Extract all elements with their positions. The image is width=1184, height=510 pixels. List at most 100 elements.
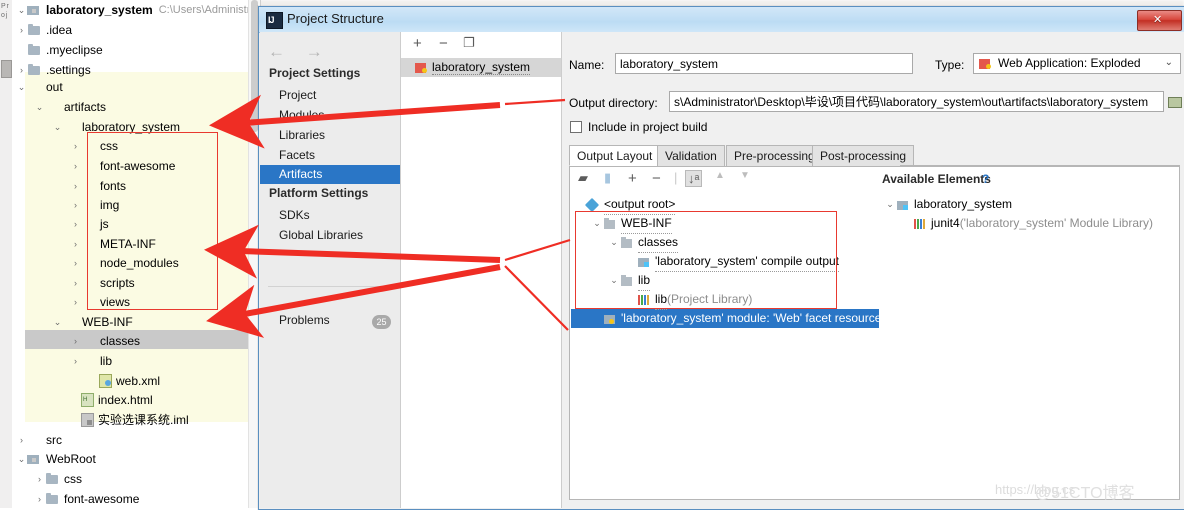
sidebar-item-facets[interactable]: Facets [279,146,315,164]
chevron-right-icon[interactable]: › [70,176,81,196]
chevron-down-icon[interactable]: ⌄ [16,77,27,97]
tree-row-label: .idea [46,23,73,37]
chevron-right-icon[interactable]: › [70,136,81,156]
chevron-down-icon[interactable]: ⌄ [52,312,63,332]
chevron-right-icon[interactable]: › [70,253,81,273]
settings-sidebar[interactable]: ← → Project Settings Project Modules Lib… [260,32,401,508]
tree-row[interactable]: › web.xml [88,371,160,391]
folder-icon [27,24,42,36]
add-copy-icon[interactable]: + [628,170,637,187]
chevron-right-icon[interactable]: › [70,331,81,351]
project-structure-dialog[interactable]: Project Structure ← → Project Settings P… [258,6,1184,510]
tree-row[interactable]: ⌄ WebRoot [16,449,96,469]
chevron-down-icon[interactable]: ⌄ [52,117,63,137]
remove-artifact-button[interactable]: − [439,35,448,52]
scrollbar-thumb[interactable] [251,0,258,132]
watermark-tag: @51CTO博客 [1035,485,1135,502]
sidebar-item-global-libraries[interactable]: Global Libraries [279,226,363,244]
layout-tree-row[interactable]: ⌄ laboratory_system [884,195,1012,214]
chevron-right-icon[interactable]: › [70,292,81,312]
web-application-icon [979,58,992,70]
layout-tree-row[interactable]: junit4 ('laboratory_system' Module Libra… [901,214,1153,233]
add-directory-icon[interactable]: ▰ [578,170,588,186]
artifacts-toolbar[interactable]: + − ❐ [401,32,561,56]
forward-arrow-icon[interactable]: → [306,42,323,61]
rail-icon[interactable] [1,60,12,78]
xml-file-icon [99,374,112,388]
sidebar-item-artifacts[interactable]: Artifacts [260,165,400,184]
sidebar-item-problems[interactable]: Problems [279,311,330,329]
chevron-down-icon[interactable]: ⌄ [884,195,896,214]
chevron-right-icon[interactable]: › [70,156,81,176]
artifact-name-input[interactable]: laboratory_system [615,53,913,74]
artifacts-list-panel[interactable]: + − ❐ laboratory_system [401,32,562,508]
chevron-down-icon[interactable]: ⌄ [16,449,27,469]
tree-row[interactable]: › src [16,430,62,450]
chevron-right-icon[interactable]: › [34,489,45,508]
tab-pre-processing[interactable]: Pre-processing [726,145,823,166]
tree-row[interactable]: ⌄ WEB-INF [52,312,133,332]
tree-spacer: › [70,410,81,430]
back-arrow-icon[interactable]: ← [268,42,285,61]
sort-icon[interactable]: ↓ᵃ [685,170,703,187]
output-directory-input[interactable]: s\Administrator\Desktop\毕设\项目代码\laborato… [669,91,1164,112]
layout-tree-row-label: laboratory_system [914,197,1013,211]
tab-validation[interactable]: Validation [657,145,725,166]
tree-row[interactable]: › .idea [16,20,72,40]
chevron-down-icon[interactable]: ⌄ [34,97,45,117]
sidebar-item-libraries[interactable]: Libraries [279,126,325,144]
chevron-right-icon[interactable]: › [70,214,81,234]
tab-post-processing[interactable]: Post-processing [812,145,915,166]
tree-row[interactable]: › font-awesome [34,489,139,508]
chevron-right-icon[interactable]: › [70,351,81,371]
output-layout-panel[interactable]: ▰ ▮ + − | ↓ᵃ ▲ ▼ <output root> ⌄ WEB-INF ⌄ c… [569,166,1180,500]
help-icon[interactable]: ? [982,172,989,186]
chevron-right-icon[interactable]: › [34,469,45,489]
remove-icon[interactable]: − [652,170,661,187]
chevron-right-icon[interactable]: › [16,430,27,450]
sidebar-item-project[interactable]: Project [279,86,316,104]
artifact-list-item[interactable]: laboratory_system [401,58,561,77]
chevron-right-icon[interactable]: › [70,273,81,293]
folder-icon [27,44,42,56]
selected-row-highlight [25,330,260,349]
intellij-icon [266,12,283,29]
chevron-down-icon[interactable]: ⌄ [1165,57,1173,68]
output-directory-label: Output directory: [569,96,658,110]
chevron-right-icon[interactable]: › [70,234,81,254]
tree-row[interactable]: › css [34,469,82,489]
tree-row[interactable]: › .myeclipse [16,40,103,60]
tree-row-root[interactable]: ⌄ laboratory_system C:\Users\Administrat… [16,0,260,20]
move-down-icon[interactable]: ▼ [740,170,750,181]
folder-icon [45,101,60,113]
dialog-title-bar[interactable]: Project Structure [259,7,1184,33]
layout-tree-row[interactable]: 'laboratory_system' module: 'Web' facet … [591,309,887,328]
tree-row[interactable]: ⌄ out [16,77,63,97]
artifact-type-select[interactable]: Web Application: Exploded ⌄ [973,53,1181,74]
output-layout-toolbar[interactable]: ▰ ▮ + − | ↓ᵃ ▲ ▼ [570,167,1181,190]
include-in-build-checkbox[interactable] [570,121,582,133]
browse-folder-icon[interactable] [1168,95,1183,108]
tree-spacer: › [70,390,81,410]
project-tool-window[interactable]: ⌄ laboratory_system C:\Users\Administrat… [12,0,261,508]
tab-output-layout[interactable]: Output Layout [569,145,661,166]
tree-row[interactable]: ⌄ artifacts [34,97,106,117]
nav-buttons[interactable]: ← → [268,42,339,62]
copy-artifact-button[interactable]: ❐ [463,35,475,51]
tree-row[interactable]: › lib [70,351,112,371]
add-artifact-button[interactable]: + [413,35,422,52]
chevron-right-icon[interactable]: › [70,195,81,215]
close-button[interactable] [1137,10,1182,31]
move-up-icon[interactable]: ▲ [715,170,725,181]
sidebar-item-sdks[interactable]: SDKs [279,206,310,224]
tree-row[interactable]: › classes [70,331,140,351]
add-archive-icon[interactable]: ▮ [604,170,611,186]
sidebar-item-modules[interactable]: Modules [279,106,324,124]
tree-row[interactable]: › 实验选课系统.iml [70,410,189,430]
rail-label: P ro j [1,3,9,19]
chevron-down-icon[interactable]: ⌄ [16,0,27,20]
tree-row[interactable]: › index.html [70,390,153,410]
chevron-right-icon[interactable]: › [16,20,27,40]
folder-icon [63,121,78,133]
tree-spacer: › [16,40,27,60]
